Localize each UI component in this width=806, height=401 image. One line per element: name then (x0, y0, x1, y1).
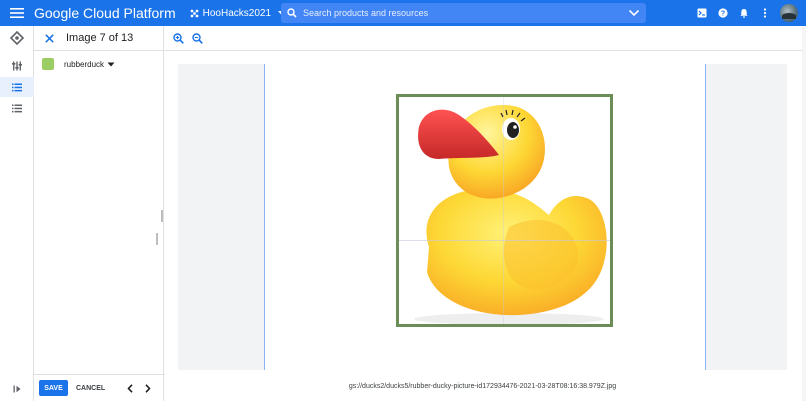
label-name: rubberduck (64, 59, 105, 69)
terminal-icon (697, 8, 706, 18)
close-button[interactable] (36, 33, 62, 43)
list-icon (12, 104, 22, 112)
search-bar[interactable] (281, 3, 646, 23)
zoom-in-icon (173, 32, 184, 44)
cloud-shell-button[interactable] (691, 0, 712, 26)
project-selector[interactable]: HooHacks2021 (186, 4, 291, 22)
zoom-in-button[interactable] (169, 28, 188, 48)
bounding-box[interactable] (396, 94, 613, 327)
save-button[interactable]: SAVE (39, 380, 68, 396)
main-menu-button[interactable] (0, 0, 34, 26)
data-labeling-icon (10, 31, 24, 45)
more-vert-icon (763, 8, 766, 18)
expand-rail-button[interactable] (0, 379, 34, 399)
chevron-down-icon (107, 62, 115, 66)
brand-title[interactable]: Google Cloud Platform (34, 5, 176, 21)
chevron-left-icon (127, 383, 133, 393)
help-button[interactable]: ? (712, 0, 733, 26)
crosshair-vertical (503, 97, 504, 324)
bell-icon (739, 9, 748, 18)
panel-resize-handle[interactable] (161, 210, 163, 222)
panel-scroll-handle[interactable] (156, 233, 158, 245)
label-color-swatch (42, 58, 54, 70)
crosshair-horizontal (399, 240, 610, 241)
rail-item-dashboard[interactable] (0, 56, 34, 76)
zoom-out-icon (192, 32, 203, 44)
label-selector[interactable]: rubberduck (42, 58, 115, 70)
top-actions: ? (691, 0, 806, 26)
project-dots-icon (190, 9, 199, 17)
search-expand-button[interactable] (622, 9, 646, 17)
notifications-button[interactable] (733, 0, 754, 26)
project-name: HooHacks2021 (202, 7, 272, 19)
left-rail (0, 26, 34, 401)
cancel-button[interactable]: CANCEL (76, 385, 105, 392)
panel-header: Image 7 of 13 (34, 26, 165, 51)
expand-right-icon (13, 385, 20, 393)
menu-icon (10, 8, 24, 18)
labeling-panel (34, 26, 164, 401)
next-image-button[interactable] (139, 380, 157, 396)
svg-text:?: ? (720, 11, 724, 18)
search-icon[interactable] (281, 8, 303, 18)
account-avatar[interactable] (780, 4, 798, 22)
page-scrollbar[interactable] (802, 26, 806, 401)
image-gcs-path: gs://ducks2/ducks5/rubber-ducky-picture-… (348, 383, 617, 390)
list-icon (12, 83, 22, 91)
more-options-button[interactable] (754, 0, 775, 26)
chevron-right-icon (145, 383, 151, 393)
panel-footer: SAVE CANCEL (34, 374, 165, 401)
zoom-out-button[interactable] (188, 28, 207, 48)
close-icon (44, 33, 54, 43)
rail-item-list[interactable] (0, 98, 34, 118)
search-input[interactable] (303, 4, 622, 22)
tune-icon (12, 61, 22, 71)
image-toolbar (165, 26, 806, 51)
rail-item-labels[interactable] (0, 77, 34, 97)
help-icon: ? (717, 8, 728, 18)
previous-image-button[interactable] (121, 380, 139, 396)
image-navigation (121, 380, 157, 396)
image-counter: Image 7 of 13 (66, 32, 134, 44)
chevron-down-icon (628, 9, 640, 17)
product-logo[interactable] (0, 28, 34, 48)
rubber-duck-image (414, 105, 607, 324)
